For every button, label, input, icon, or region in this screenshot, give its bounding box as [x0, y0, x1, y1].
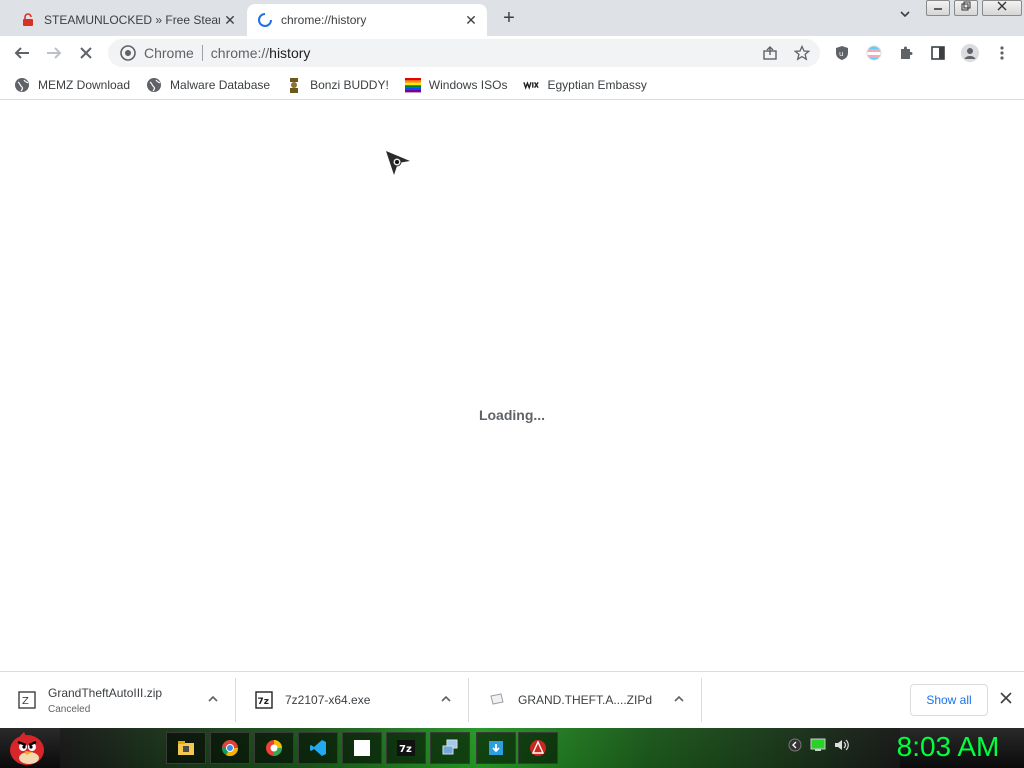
start-button-angry-bird-icon[interactable] — [6, 728, 48, 768]
red-app-icon[interactable] — [518, 732, 558, 764]
tab-strip: STEAMUNLOCKED » Free Steam ✕ chrome://hi… — [0, 0, 1024, 36]
download-status: Canceled — [48, 703, 91, 715]
bookmark-windows-isos[interactable]: Windows ISOs — [404, 77, 508, 93]
window-controls — [926, 0, 1024, 16]
side-panel-icon[interactable] — [926, 41, 950, 65]
file-explorer-icon[interactable] — [166, 732, 206, 764]
network-monitor-icon[interactable] — [810, 738, 826, 757]
browser-toolbar: Chrome chrome://history u — [0, 36, 1024, 70]
zip-file-icon: Z — [18, 691, 36, 709]
download-text: GrandTheftAutoIII.zip Canceled — [48, 686, 203, 715]
download-item[interactable]: Z GrandTheftAutoIII.zip Canceled — [0, 678, 236, 722]
download-item[interactable]: GRAND.THEFT.A....ZIPd — [470, 678, 702, 722]
url-scheme: chrome:// — [210, 45, 270, 61]
taskbar: 7z 8:03 AM — [0, 728, 1024, 768]
pride-flag-extension-icon[interactable] — [862, 41, 886, 65]
lock-icon — [20, 12, 36, 28]
loading-spinner-icon — [257, 12, 273, 28]
svg-text:u: u — [839, 50, 843, 58]
globe-icon — [14, 77, 30, 93]
bookmark-memz[interactable]: MEMZ Download — [14, 77, 130, 93]
globe-icon — [146, 77, 162, 93]
download-filename: GRAND.THEFT.A....ZIPd — [518, 693, 653, 707]
chevron-up-icon[interactable] — [436, 693, 456, 708]
network-computers-icon[interactable] — [430, 732, 470, 764]
download-filename: 7z2107-x64.exe — [285, 693, 371, 707]
bookmark-label: MEMZ Download — [38, 77, 131, 92]
extensions-puzzle-icon[interactable] — [894, 41, 918, 65]
menu-kebab-icon[interactable] — [990, 41, 1014, 65]
vscode-icon[interactable] — [298, 732, 338, 764]
chrome-taskbar-icon[interactable] — [210, 732, 250, 764]
tray-arrow-icon[interactable] — [788, 738, 802, 757]
bonzi-icon — [286, 77, 302, 93]
loading-text: Loading... — [478, 407, 546, 423]
window-close-button[interactable] — [982, 0, 1022, 16]
volume-speaker-icon[interactable] — [834, 738, 850, 757]
tab-search-chevron-icon[interactable] — [894, 8, 916, 28]
7zip-taskbar-icon[interactable]: 7z — [386, 732, 426, 764]
tab-close-button[interactable]: ✕ — [220, 10, 240, 30]
tab-close-button[interactable]: ✕ — [461, 10, 481, 30]
bookmark-label: Egyptian Embassy — [547, 77, 647, 92]
close-icon[interactable] — [996, 690, 1016, 710]
tab-title: chrome://history — [281, 13, 367, 27]
tab-history[interactable]: chrome://history ✕ — [247, 4, 487, 36]
ublock-shield-icon[interactable]: u — [830, 41, 854, 65]
chevron-up-icon[interactable] — [669, 693, 689, 708]
file-icon — [488, 691, 506, 709]
tab-steamunlocked[interactable]: STEAMUNLOCKED » Free Steam ✕ — [10, 4, 246, 36]
wix-icon — [523, 77, 540, 93]
restore-button[interactable] — [954, 0, 978, 16]
svg-text:7z: 7z — [399, 744, 412, 755]
svg-text:Z: Z — [22, 696, 29, 707]
tab-title: STEAMUNLOCKED » Free Steam — [44, 13, 220, 27]
download-filename: GrandTheftAutoIII.zip — [48, 685, 163, 700]
7zip-icon: 7z — [255, 691, 273, 709]
bookmark-bonzi-buddy[interactable]: Bonzi BUDDY! — [286, 77, 389, 93]
mouse-cursor-icon — [384, 149, 412, 177]
bookmark-label: Windows ISOs — [428, 77, 508, 92]
svg-text:7z: 7z — [258, 697, 270, 707]
page-content: Loading... — [0, 101, 1024, 671]
taskbar-clock[interactable]: 8:03 AM — [878, 731, 1018, 763]
system-tray — [788, 738, 850, 757]
colorful-app-icon[interactable] — [254, 732, 294, 764]
omnibox-separator — [201, 45, 203, 61]
minimize-button[interactable] — [926, 0, 950, 16]
stop-loading-icon[interactable] — [74, 41, 98, 65]
profile-avatar-icon[interactable] — [958, 41, 982, 65]
download-text: 7z2107-x64.exe — [285, 693, 436, 707]
bookmark-label: Malware Database — [170, 77, 271, 92]
download-item[interactable]: 7z 7z2107-x64.exe — [237, 678, 469, 722]
address-bar[interactable]: Chrome chrome://history — [108, 39, 820, 67]
new-tab-button[interactable]: + — [498, 8, 520, 30]
show-all-button[interactable]: Show all — [910, 684, 988, 716]
installer-icon[interactable] — [476, 732, 516, 764]
forward-arrow-icon[interactable] — [42, 41, 66, 65]
bookmark-egyptian-embassy[interactable]: Egyptian Embassy — [523, 77, 647, 93]
chevron-up-icon[interactable] — [203, 693, 223, 708]
download-text: GRAND.THEFT.A....ZIPd — [518, 693, 669, 707]
chrome-logo-icon — [120, 45, 136, 61]
back-arrow-icon[interactable] — [10, 41, 34, 65]
bookmark-star-icon[interactable] — [790, 41, 814, 65]
blank-app-icon[interactable] — [342, 732, 382, 764]
bookmark-malware-database[interactable]: Malware Database — [146, 77, 270, 93]
rainbow-flag-icon — [404, 77, 421, 93]
browser-window: STEAMUNLOCKED » Free Steam ✕ chrome://hi… — [0, 0, 1024, 768]
bookmark-label: Bonzi BUDDY! — [310, 77, 389, 92]
share-icon[interactable] — [758, 41, 782, 65]
bookmarks-bar: MEMZ Download Malware Database Bonzi BUD… — [0, 70, 1024, 100]
download-shelf: Z GrandTheftAutoIII.zip Canceled 7z 7z21… — [0, 671, 1024, 728]
url-host: history — [269, 45, 311, 61]
omnibox-chip: Chrome — [144, 45, 194, 61]
